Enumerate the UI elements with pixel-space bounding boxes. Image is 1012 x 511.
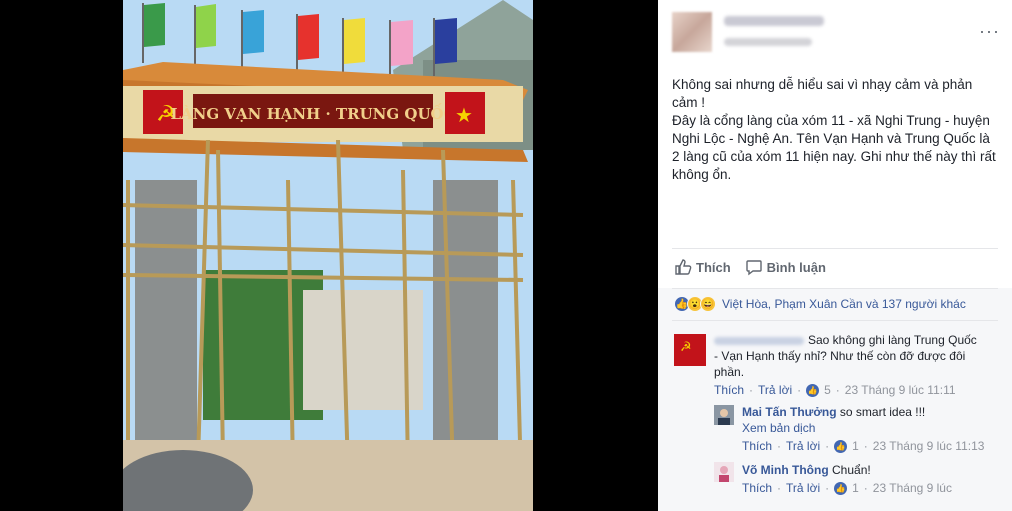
author-avatar[interactable] xyxy=(672,12,712,52)
reply-reply-link[interactable]: Trả lời xyxy=(786,481,820,495)
svg-text:★: ★ xyxy=(455,103,473,127)
comment-text: Sao không ghi làng Trung Quốc xyxy=(808,333,977,347)
more-options-icon[interactable]: ··· xyxy=(979,22,1000,40)
like-button[interactable]: Thích xyxy=(674,258,731,276)
haha-reaction-icon: 😄 xyxy=(700,296,716,312)
reply-text: Chuẩn! xyxy=(832,463,871,477)
reactions-text[interactable]: Việt Hòa, Phạm Xuân Cần và 137 người khá… xyxy=(722,297,966,311)
reply-avatar[interactable] xyxy=(714,405,734,425)
svg-text:LÀNG VẠN HẠNH · TRUNG QUỐC: LÀNG VẠN HẠNH · TRUNG QUỐC xyxy=(170,103,455,123)
village-gate-photo: ☭ LÀNG VẠN HẠNH · TRUNG QUỐC ★ xyxy=(123,0,533,511)
comment-reply-link[interactable]: Trả lời xyxy=(758,383,792,397)
reply: Võ Minh Thông Chuẩn! xyxy=(742,462,1002,478)
comment-text: phần. xyxy=(714,365,745,379)
post-text: Không sai nhưng dễ hiểu sai vì nhạy cảm … xyxy=(672,76,1000,184)
reply: Mai Tấn Thưởng so smart idea !!! Xem bản… xyxy=(742,404,1002,436)
reply-like-link[interactable]: Thích xyxy=(742,481,772,495)
commenter-avatar[interactable]: ☭ xyxy=(674,334,706,366)
comment-like-link[interactable]: Thích xyxy=(714,383,744,397)
reply-text: so smart idea !!! xyxy=(839,405,926,419)
reply-time[interactable]: 23 Tháng 9 lúc 11:13 xyxy=(873,439,985,453)
comment-time[interactable]: 23 Tháng 9 lúc 11:11 xyxy=(845,383,956,397)
post-text-line: Đây là cổng làng của xóm 11 - xã Nghi Tr… xyxy=(672,113,996,182)
reply-like-count[interactable]: 1 xyxy=(852,481,859,495)
comment-label: Bình luận xyxy=(766,259,826,275)
reply-like-count[interactable]: 1 xyxy=(852,439,859,453)
comment-button[interactable]: Bình luận xyxy=(745,258,826,276)
see-translation-link[interactable]: Xem bản dịch xyxy=(742,420,1002,436)
reply-author[interactable]: Mai Tấn Thưởng xyxy=(742,405,837,419)
post-text-line: Không sai nhưng dễ hiểu sai vì nhạy cảm … xyxy=(672,77,973,110)
divider xyxy=(672,320,998,321)
divider xyxy=(672,248,998,249)
reply-author[interactable]: Võ Minh Thông xyxy=(742,463,829,477)
like-count-icon: 👍 xyxy=(834,481,848,495)
post-time-blurred[interactable] xyxy=(724,38,812,46)
post-photo[interactable]: ☭ LÀNG VẠN HẠNH · TRUNG QUỐC ★ xyxy=(123,0,533,511)
like-count-icon: 👍 xyxy=(806,383,820,397)
divider xyxy=(672,288,998,289)
reply-reply-link[interactable]: Trả lời xyxy=(786,439,820,453)
post-panel: ··· Không sai nhưng dễ hiểu sai vì nhạy … xyxy=(658,0,1012,511)
like-label: Thích xyxy=(696,259,731,275)
reactions-summary[interactable]: 👍 😮 😄 Việt Hòa, Phạm Xuân Cần và 137 ngư… xyxy=(674,296,966,312)
comment: Sao không ghi làng Trung Quốc - Vạn Hạnh… xyxy=(714,332,1004,380)
like-count-icon: 👍 xyxy=(834,439,848,453)
author-name-blurred[interactable] xyxy=(724,16,824,26)
comment-text: - Vạn Hạnh thấy nhỉ? Như thế còn đỡ được… xyxy=(714,349,966,363)
reply-like-link[interactable]: Thích xyxy=(742,439,772,453)
comment-meta: Thích · Trả lời · 👍 5 · 23 Tháng 9 lúc 1… xyxy=(714,383,956,397)
commenter-name-blurred[interactable] xyxy=(714,336,804,345)
hammer-sickle-icon: ☭ xyxy=(680,339,692,354)
comment-bubble-icon xyxy=(745,260,762,276)
reply-time[interactable]: 23 Tháng 9 lúc xyxy=(873,481,952,495)
comment-like-count[interactable]: 5 xyxy=(824,383,831,397)
thumbs-up-icon xyxy=(675,259,692,275)
post-actions: Thích Bình luận xyxy=(674,256,826,278)
reply-meta: Thích · Trả lời · 👍 1 · 23 Tháng 9 lúc 1… xyxy=(742,439,985,453)
reply-meta: Thích · Trả lời · 👍 1 · 23 Tháng 9 lúc xyxy=(742,481,952,495)
reply-avatar[interactable] xyxy=(714,462,734,482)
